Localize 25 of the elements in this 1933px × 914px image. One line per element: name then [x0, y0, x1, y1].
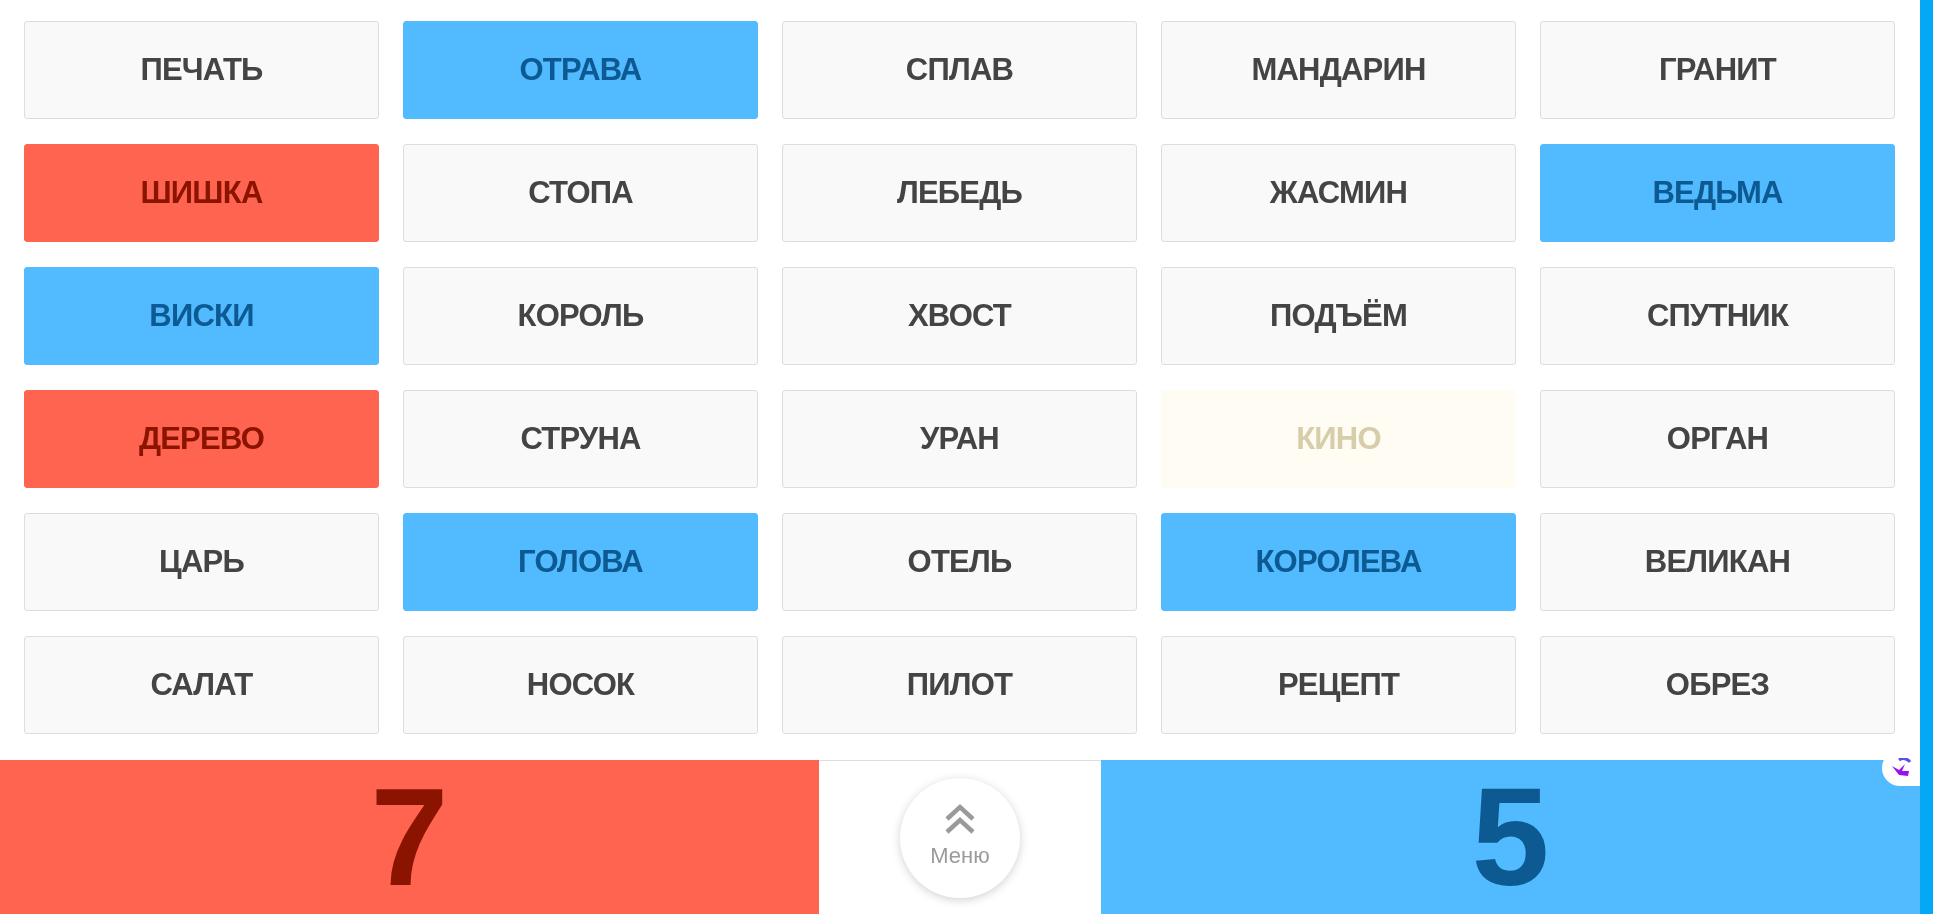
- word-card[interactable]: САЛАТ: [24, 636, 379, 734]
- word-card[interactable]: ОТЕЛЬ: [782, 513, 1137, 611]
- word-card[interactable]: РЕЦЕПТ: [1161, 636, 1516, 734]
- word-card[interactable]: ЖАСМИН: [1161, 144, 1516, 242]
- word-card[interactable]: ПЕЧАТЬ: [24, 21, 379, 119]
- word-card[interactable]: ХВОСТ: [782, 267, 1137, 365]
- word-card[interactable]: ОРГАН: [1540, 390, 1895, 488]
- team-score: 7: [370, 767, 449, 907]
- word-card[interactable]: ЛЕБЕДЬ: [782, 144, 1137, 242]
- word-card[interactable]: НОСОК: [403, 636, 758, 734]
- word-card[interactable]: ГРАНИТ: [1540, 21, 1895, 119]
- word-card[interactable]: УРАН: [782, 390, 1137, 488]
- word-card[interactable]: ВЕЛИКАН: [1540, 513, 1895, 611]
- word-card[interactable]: ПИЛОТ: [782, 636, 1137, 734]
- word-card[interactable]: СПЛАВ: [782, 21, 1137, 119]
- word-card[interactable]: МАНДАРИН: [1161, 21, 1516, 119]
- word-card[interactable]: КОРОЛЬ: [403, 267, 758, 365]
- word-card[interactable]: ПОДЪЁМ: [1161, 267, 1516, 365]
- word-card[interactable]: СПУТНИК: [1540, 267, 1895, 365]
- word-card[interactable]: СТРУНА: [403, 390, 758, 488]
- double-chevron-up-icon: [943, 803, 977, 835]
- word-card[interactable]: ОБРЕЗ: [1540, 636, 1895, 734]
- team-score: 5: [1471, 767, 1550, 907]
- word-card[interactable]: СТОПА: [403, 144, 758, 242]
- word-card[interactable]: ЦАРЬ: [24, 513, 379, 611]
